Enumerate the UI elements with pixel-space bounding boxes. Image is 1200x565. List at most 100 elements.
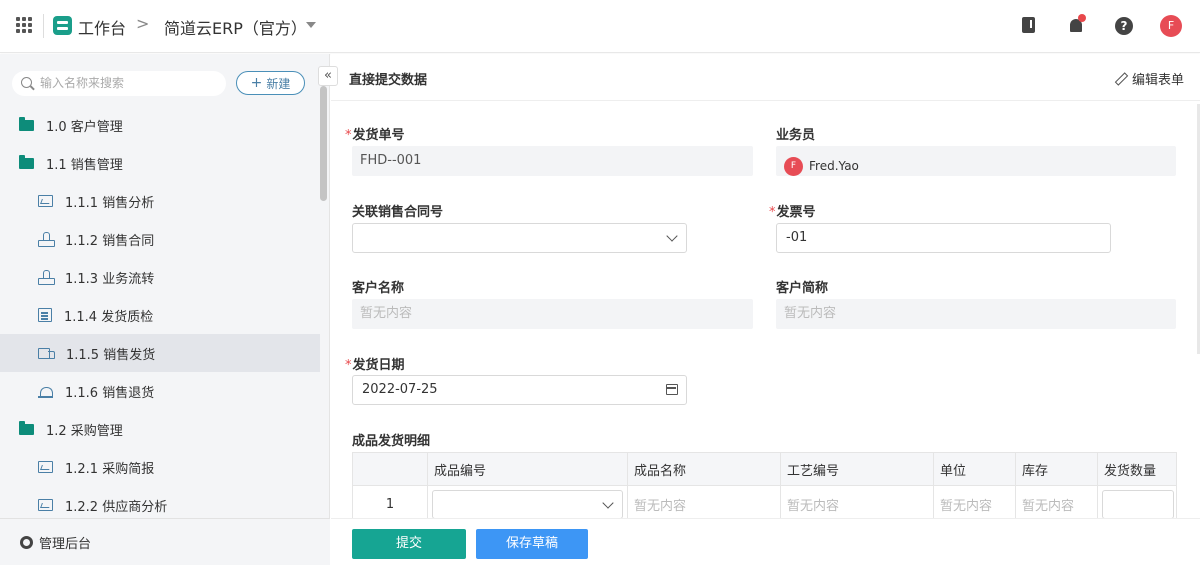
product-name-cell: 暂无内容	[627, 485, 781, 523]
top-bar: 工作台 > 简道云ERP（官方） ? F	[0, 0, 1200, 53]
contract-no-select[interactable]	[352, 223, 687, 253]
quantity-cell	[1097, 485, 1177, 523]
user-avatar[interactable]: F	[1160, 15, 1182, 37]
doc-icon	[38, 308, 52, 322]
sidebar-item-label: 1.2.2 供应商分析	[65, 499, 168, 515]
required-mark: *	[345, 358, 352, 373]
admin-label: 管理后台	[39, 536, 92, 552]
sidebar-item-label: 1.1 销售管理	[46, 157, 123, 173]
book-icon[interactable]	[1019, 16, 1039, 36]
sidebar-item[interactable]: 1.0 客户管理	[0, 106, 320, 144]
chevron-down-icon	[602, 497, 614, 509]
detail-label: 成品发货明细	[352, 434, 431, 449]
sidebar-item[interactable]: 1.1.2 销售合同	[0, 220, 320, 258]
app-name[interactable]: 简道云ERP（官方）	[164, 15, 307, 39]
invoice-no-label: *发票号	[769, 201, 816, 220]
folder-icon	[19, 116, 34, 131]
contract-no-label: 关联销售合同号	[352, 205, 444, 220]
ship-date-label-text: 发货日期	[352, 358, 405, 373]
column-header: 库存	[1015, 452, 1098, 486]
sidebar-item[interactable]: 1.1.5 销售发货	[0, 334, 320, 372]
sidebar-item[interactable]: 1.1.1 销售分析	[0, 182, 320, 220]
salesperson-avatar: F	[784, 156, 803, 176]
customer-name-field: 暂无内容	[352, 299, 753, 329]
customer-short-field: 暂无内容	[776, 299, 1176, 329]
product-code-select[interactable]	[432, 490, 623, 519]
sidebar-item-label: 1.1.3 业务流转	[65, 271, 155, 287]
table-row: 1 暂无内容 暂无内容 暂无内容 暂无内容	[352, 485, 1177, 523]
nav-list: 1.0 客户管理 1.1 销售管理 1.1.1 销售分析 1.1.2 销售合同 1.1.…	[0, 106, 320, 524]
process-code-cell: 暂无内容	[780, 485, 934, 523]
sidebar-item-label: 1.1.4 发货质检	[64, 309, 154, 325]
submit-button[interactable]: 提交	[352, 529, 466, 559]
salesperson-name: Fred.Yao	[809, 159, 859, 173]
alarm-icon	[38, 384, 53, 398]
sidebar-item-label: 1.1.1 销售分析	[65, 195, 155, 211]
sidebar-item-label: 1.1.2 销售合同	[65, 233, 155, 249]
app-grid-icon[interactable]	[16, 17, 32, 33]
breadcrumb-separator: >	[136, 14, 150, 33]
folder-icon	[19, 420, 34, 435]
column-header: 单位	[933, 452, 1016, 486]
caret-down-icon[interactable]	[306, 22, 316, 28]
shipment-no-label-text: 发货单号	[352, 128, 405, 143]
required-mark: *	[345, 128, 352, 143]
workbench-link[interactable]: 工作台	[78, 15, 126, 39]
collapse-sidebar-button[interactable]: «	[318, 66, 338, 86]
sidebar-item[interactable]: 1.1.4 发货质检	[0, 296, 320, 334]
divider	[43, 14, 44, 38]
sidebar-item-label: 1.1.6 销售退货	[65, 385, 155, 401]
help-icon[interactable]: ?	[1115, 17, 1133, 35]
sidebar-item[interactable]: 1.2 采购管理	[0, 410, 320, 448]
admin-link[interactable]: 管理后台	[0, 518, 330, 565]
unit-cell: 暂无内容	[933, 485, 1016, 523]
user-chip: F Fred.Yao	[784, 151, 859, 181]
sidebar-item[interactable]: 1.1.3 业务流转	[0, 258, 320, 296]
column-header: 发货数量	[1097, 452, 1177, 486]
customer-name-label: 客户名称	[352, 281, 405, 296]
workbench-logo-icon[interactable]	[53, 16, 72, 35]
sidebar-item[interactable]: 1.1.6 销售退货	[0, 372, 320, 410]
search-input[interactable]	[40, 73, 220, 93]
chart-icon	[38, 195, 53, 207]
stamp-icon	[38, 232, 55, 247]
sidebar-item-label: 1.2.1 采购简报	[65, 461, 155, 477]
search-box[interactable]	[12, 71, 226, 96]
edit-form-button[interactable]: 编辑表单	[1115, 69, 1184, 88]
stamp-icon	[38, 270, 55, 285]
column-header: 工艺编号	[780, 452, 934, 486]
shipment-no-field: FHD--001	[352, 146, 753, 176]
column-header	[352, 452, 428, 486]
notification-dot	[1078, 14, 1086, 22]
save-draft-button[interactable]: 保存草稿	[476, 529, 588, 559]
row-number: 1	[352, 485, 428, 523]
ship-date-label: *发货日期	[345, 354, 405, 373]
column-header: 成品编号	[427, 452, 628, 486]
invoice-no-input[interactable]: -01	[776, 223, 1111, 253]
chevron-down-icon	[666, 230, 678, 242]
sidebar-item[interactable]: 1.1 销售管理	[0, 144, 320, 182]
plus-icon: +	[250, 75, 263, 91]
ship-date-input[interactable]: 2022-07-25	[352, 375, 687, 405]
quantity-input[interactable]	[1102, 490, 1174, 519]
new-button-label: 新建	[266, 76, 291, 91]
truck-icon	[38, 347, 55, 359]
pencil-icon	[1115, 73, 1127, 85]
ship-date-value: 2022-07-25	[362, 382, 438, 397]
gear-icon	[20, 535, 33, 549]
salesperson-label: 业务员	[776, 128, 816, 143]
table-header-row: 成品编号 成品名称 工艺编号 单位 库存 发货数量	[352, 452, 1177, 486]
sidebar-item-label: 1.2 采购管理	[46, 423, 123, 439]
sidebar-item[interactable]: 1.2.1 采购简报	[0, 448, 320, 486]
sidebar-item-label: 1.0 客户管理	[46, 119, 123, 135]
form-title: 直接提交数据	[349, 73, 428, 88]
salesperson-field: F Fred.Yao	[776, 146, 1176, 176]
sidebar-scrollbar[interactable]	[320, 86, 327, 201]
edit-form-label: 编辑表单	[1131, 73, 1184, 88]
new-button[interactable]: + 新建	[236, 71, 305, 95]
sidebar: + 新建 1.0 客户管理 1.1 销售管理 1.1.1 销售分析 1.1.2 销售合…	[0, 54, 330, 565]
folder-icon	[19, 154, 34, 169]
chart-icon	[38, 461, 53, 473]
customer-short-label: 客户简称	[776, 281, 829, 296]
sidebar-item-label: 1.1.5 销售发货	[66, 347, 156, 363]
